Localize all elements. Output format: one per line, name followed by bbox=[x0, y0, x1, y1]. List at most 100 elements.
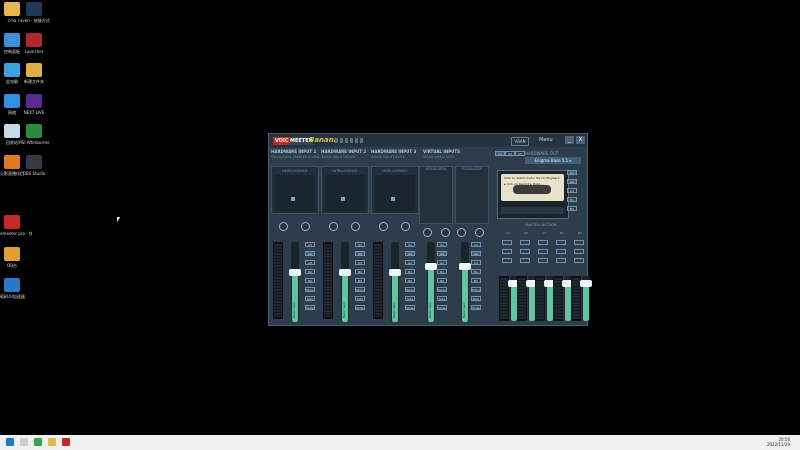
comp-knob[interactable] bbox=[379, 222, 388, 231]
comp-knob[interactable] bbox=[279, 222, 288, 231]
intellipan-pad[interactable] bbox=[275, 175, 315, 211]
hw-out-a3[interactable]: A3 bbox=[515, 151, 525, 156]
gate-knob[interactable] bbox=[301, 222, 310, 231]
menu-button[interactable]: Menu bbox=[539, 137, 553, 143]
bus-button-a2[interactable]: A2 bbox=[471, 251, 481, 256]
window-titlebar[interactable]: VOICE MEETER Banana VBAN Menu _ X bbox=[269, 134, 587, 147]
strip-device[interactable]: Select Input Device bbox=[371, 155, 419, 159]
bus-button-b1[interactable]: B1 bbox=[405, 269, 415, 274]
app-icon[interactable] bbox=[34, 438, 42, 446]
bus-button-a1[interactable]: A1 bbox=[471, 242, 481, 247]
bus-button-mute[interactable]: Mute bbox=[437, 305, 447, 310]
desktop-icon[interactable]: NEXT LIVE bbox=[14, 94, 54, 115]
bus-button-a2[interactable]: A2 bbox=[437, 251, 447, 256]
fader-knob[interactable] bbox=[459, 263, 471, 270]
bus-button-mono[interactable]: Mono bbox=[437, 287, 447, 292]
bus-button-b2[interactable]: B2 bbox=[355, 278, 365, 283]
eq-knob[interactable] bbox=[423, 228, 432, 237]
playback-controls[interactable] bbox=[501, 207, 564, 214]
start-icon[interactable] bbox=[6, 438, 14, 446]
equalizer-panel-2[interactable]: EQUALIZER bbox=[455, 166, 489, 224]
hw-out-a2[interactable]: A2 bbox=[505, 151, 515, 156]
minimize-button[interactable]: _ bbox=[565, 136, 574, 144]
bus-out-a2[interactable]: A2 bbox=[567, 179, 577, 184]
bus-button-a1[interactable]: A1 bbox=[437, 242, 447, 247]
master-mode-button[interactable] bbox=[556, 258, 566, 263]
bus-button-a1[interactable]: A1 bbox=[355, 242, 365, 247]
bus-button-b1[interactable]: B1 bbox=[305, 269, 315, 274]
desktop-icon[interactable]: Launcher bbox=[14, 33, 54, 54]
master-mode-button[interactable] bbox=[520, 258, 530, 263]
master-mode-button[interactable] bbox=[574, 249, 584, 254]
desktop-icon[interactable]: 新建文件夹 bbox=[14, 63, 54, 84]
bus-button-b2[interactable]: B2 bbox=[305, 278, 315, 283]
desktop-icon[interactable]: MSI Afterburner bbox=[14, 124, 54, 145]
cassette-tape[interactable]: Click to Select Audio file for Playback … bbox=[501, 174, 564, 201]
bus-button-b1[interactable]: B1 bbox=[471, 269, 481, 274]
bus-button-mono[interactable]: Mono bbox=[355, 287, 365, 292]
bus-button-mono[interactable]: Mono bbox=[305, 287, 315, 292]
bus-button-mute[interactable]: Mute bbox=[305, 305, 315, 310]
eq-knob[interactable] bbox=[475, 228, 484, 237]
comp-knob[interactable] bbox=[329, 222, 338, 231]
bus-out-b2[interactable]: B2 bbox=[567, 206, 577, 211]
desktop-icon[interactable]: OBS Studio bbox=[14, 155, 54, 176]
intellipan-pad[interactable] bbox=[375, 175, 415, 211]
desktop-icon[interactable]: 网易UU加速器 bbox=[0, 278, 32, 299]
bus-button-solo[interactable]: Solo bbox=[355, 296, 365, 301]
bus-button-a3[interactable]: A3 bbox=[355, 260, 365, 265]
master-mode-button[interactable] bbox=[502, 249, 512, 254]
eq-knob[interactable] bbox=[441, 228, 450, 237]
master-mode-button[interactable] bbox=[574, 240, 584, 245]
vban-button[interactable]: VBAN bbox=[511, 137, 529, 146]
intellipan-cursor[interactable] bbox=[341, 197, 345, 201]
intellipan-cursor[interactable] bbox=[391, 197, 395, 201]
master-mode-button[interactable] bbox=[556, 249, 566, 254]
intellipan-cursor[interactable] bbox=[291, 197, 295, 201]
strip-device[interactable]: Microphone (Realtek Audio) bbox=[271, 155, 319, 159]
bus-out-b1[interactable]: B1 bbox=[567, 197, 577, 202]
fader-knob[interactable] bbox=[339, 269, 351, 276]
bus-button-mono[interactable]: Mono bbox=[471, 287, 481, 292]
bus-button-a2[interactable]: A2 bbox=[405, 251, 415, 256]
desktop-icon[interactable]: voicemeeter pro - 快捷方式 bbox=[0, 215, 32, 236]
voicemeeter-window[interactable]: VOICE MEETER Banana VBAN Menu _ X HARDWA… bbox=[268, 133, 592, 326]
intellipan-panel[interactable]: INTELLIGENCE bbox=[321, 166, 369, 214]
master-mode-button[interactable] bbox=[574, 258, 584, 263]
voicemeeter-taskbar-icon[interactable] bbox=[62, 438, 70, 446]
bus-button-a3[interactable]: A3 bbox=[305, 260, 315, 265]
bus-button-solo[interactable]: Solo bbox=[305, 296, 315, 301]
intellipan-panel[interactable]: INTELLIGENCE bbox=[371, 166, 419, 214]
bus-button-b2[interactable]: B2 bbox=[437, 278, 447, 283]
search-icon[interactable] bbox=[20, 438, 28, 446]
gate-knob[interactable] bbox=[401, 222, 410, 231]
bus-button-a3[interactable]: A3 bbox=[405, 260, 415, 265]
bus-button-a1[interactable]: A1 bbox=[305, 242, 315, 247]
strip-header[interactable]: HARDWARE INPUT 3 Select Input Device bbox=[371, 149, 419, 163]
cassette-player[interactable]: Click to Select Audio file for Playback … bbox=[497, 170, 569, 219]
master-mode-button[interactable] bbox=[502, 258, 512, 263]
desktop-icon[interactable]: raven - 快捷方式 bbox=[14, 2, 54, 23]
bus-button-mute[interactable]: Mute bbox=[471, 305, 481, 310]
bus-button-a2[interactable]: A2 bbox=[305, 251, 315, 256]
master-mode-button[interactable] bbox=[520, 240, 530, 245]
master-mode-button[interactable] bbox=[538, 249, 548, 254]
strip-header[interactable]: HARDWARE INPUT 2 Select Input Device bbox=[321, 149, 369, 163]
master-fader-knob[interactable] bbox=[580, 280, 592, 287]
bus-button-a2[interactable]: A2 bbox=[355, 251, 365, 256]
fader-knob[interactable] bbox=[425, 263, 437, 270]
folder-icon[interactable] bbox=[48, 438, 56, 446]
bus-out-a1[interactable]: A1 bbox=[567, 170, 577, 175]
bus-button-a3[interactable]: A3 bbox=[437, 260, 447, 265]
fader-knob[interactable] bbox=[289, 269, 301, 276]
bus-out-a3[interactable]: A3 bbox=[567, 188, 577, 193]
hw-out-a1[interactable]: A1 bbox=[495, 151, 505, 156]
bus-button-b2[interactable]: B2 bbox=[471, 278, 481, 283]
desktop-icon[interactable]: OB台 bbox=[0, 247, 32, 268]
bus-button-solo[interactable]: Solo bbox=[437, 296, 447, 301]
bus-button-mute[interactable]: Mute bbox=[355, 305, 365, 310]
intellipan-pad[interactable] bbox=[325, 175, 365, 211]
bus-button-a3[interactable]: A3 bbox=[471, 260, 481, 265]
bus-button-solo[interactable]: Solo bbox=[471, 296, 481, 301]
clock[interactable]: 20:56 2022/11/29 bbox=[767, 437, 790, 447]
